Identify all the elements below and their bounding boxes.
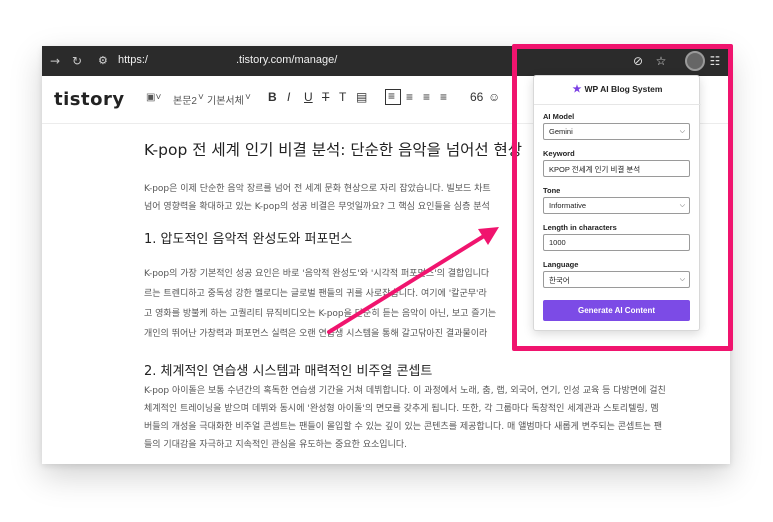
- language-select[interactable]: 한국어 ⌵: [543, 271, 690, 288]
- generate-ai-content-button[interactable]: Generate AI Content: [543, 300, 690, 321]
- chevron-down-icon: ⌵: [679, 275, 685, 283]
- popup-divider: [534, 104, 701, 105]
- language-value: 한국어: [549, 276, 570, 285]
- chevron-down-icon: ⌵: [679, 127, 685, 135]
- popup-header: ★ WP AI Blog System: [534, 84, 701, 95]
- popup-title: WP AI Blog System: [584, 84, 663, 94]
- extension-popup: ★ WP AI Blog System AI Model Gemini ⌵ Key…: [533, 75, 701, 331]
- tone-value: Informative: [549, 201, 587, 210]
- star-icon: ★: [572, 84, 582, 95]
- length-label: Length in characters: [543, 223, 617, 232]
- tone-label: Tone: [543, 186, 561, 195]
- language-label: Language: [543, 260, 579, 269]
- chevron-down-icon: ⌵: [679, 201, 685, 209]
- ai-model-value: Gemini: [549, 127, 573, 136]
- screenshot-stage: → ↻ ⚙ https:/ .tistory.com/manage/ tisto…: [0, 0, 773, 522]
- keyword-value: KPOP 전세계 인기 비결 분석: [549, 165, 641, 174]
- length-input[interactable]: 1000: [543, 234, 690, 251]
- keyword-label: Keyword: [543, 149, 575, 158]
- ai-model-select[interactable]: Gemini ⌵: [543, 123, 690, 140]
- tone-select[interactable]: Informative ⌵: [543, 197, 690, 214]
- keyword-input[interactable]: KPOP 전세계 인기 비결 분석: [543, 160, 690, 177]
- ai-model-label: AI Model: [543, 112, 575, 121]
- length-value: 1000: [549, 238, 566, 247]
- arrow-shaft: [327, 234, 486, 334]
